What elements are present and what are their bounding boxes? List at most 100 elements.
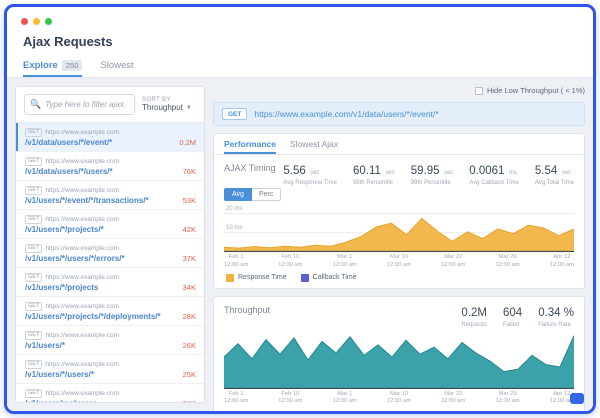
method-badge: GET [25,331,42,340]
stat-unit: ms [509,170,517,176]
ajax-list-item[interactable]: GET https://www.example.com /v1/users/me… [16,384,204,402]
ajax-list-item[interactable]: GET https://www.example.com /v1/users/*/… [16,210,204,239]
throughput-stat: 0.2M Requests [461,303,487,328]
tab-slowest-ajax[interactable]: Slowest Ajax [290,139,338,154]
sort-by-control: SORT BY Throughput ▼ [142,97,196,112]
zoom-dot-icon[interactable] [45,18,52,25]
chat-widget-button[interactable] [570,393,584,404]
x-axis-tick: Mar 1 12:00 am [333,391,357,407]
browser-window: Ajax Requests Explore 250 Slowest 🔍 SORT… [4,4,596,414]
ajax-list-item[interactable]: GET https://www.example.com /v1/data/use… [16,152,204,181]
timing-stat: 59.95 sec 99th Percentile [411,161,454,186]
tick-date: Mar 29 [495,254,519,262]
request-path: /v1/users/*/event/*/transactions/* [25,196,149,205]
x-axis-tick: Feb 10 12:00 am [278,391,302,407]
throughput-card: Throughput 0.2M Requests [213,296,585,411]
request-path: /v1/users/*/users/* [25,370,94,379]
y-axis-label: 10 ms [226,225,242,231]
method-badge: GET [25,128,42,137]
ajax-list-item[interactable]: GET https://www.example.com /v1/users/*/… [16,181,204,210]
throughput-chart-wrap [224,331,574,389]
minimize-dot-icon[interactable] [33,18,40,25]
ajax-timing-chart-wrap: 20 ms 10 ms [224,204,574,252]
request-host: https://www.example.com [45,216,119,223]
legend-item[interactable]: Response Time [226,274,287,282]
tab-explore[interactable]: Explore 250 [23,60,82,77]
timing-stat: 60.11 sec 95th Percentile [353,161,395,186]
legend-item[interactable]: Callback Time [301,274,357,282]
throughput-title: Throughput [224,303,270,315]
tick-date: Feb 10 [278,254,302,262]
request-meta: GET https://www.example.com [25,389,196,398]
legend-label: Response Time [238,274,287,281]
ajax-list-item[interactable]: GET https://www.example.com /v1/users/*/… [16,268,204,297]
content-area: 🔍 SORT BY Throughput ▼ GET [7,78,593,411]
stat-unit: sec [310,170,319,176]
throughput-value: 34K [183,283,196,292]
stat-value: 0.0061 [469,165,504,177]
ajax-list-sidebar: 🔍 SORT BY Throughput ▼ GET [15,86,205,403]
tick-time: 12:00 am [387,398,411,406]
filter-ajax-input[interactable] [45,100,129,109]
request-path: /v1/users/* [25,341,65,350]
stat-label: Avg Callback Time [469,180,519,186]
tab-explore-label: Explore [23,60,58,71]
filter-search-box[interactable]: 🔍 [24,94,135,115]
chart-legend: Response Time Callback Time [224,274,574,282]
request-path: /v1/users/me/users [25,399,97,403]
stat-label: Failure Rate [538,322,574,328]
throughput-value: 37K [183,254,196,263]
tick-date: Feb 10 [278,391,302,399]
hide-low-throughput-label: Hide Low Throughput ( < 1%) [487,86,585,95]
ajax-list-item[interactable]: GET https://www.example.com /v1/users/*/… [16,355,204,384]
request-meta: GET https://www.example.com [25,128,196,137]
x-axis-tick: Mar 1 12:00 am [333,254,357,270]
close-dot-icon[interactable] [21,18,28,25]
request-meta: GET https://www.example.com [25,244,196,253]
performance-card: Performance Slowest Ajax AJAX Timing 5.5… [213,133,585,289]
sort-by-value: Throughput [142,103,183,112]
request-host: https://www.example.com [45,187,119,194]
request-path: /v1/users/*/projects [25,283,98,292]
checkbox-icon[interactable] [475,87,483,95]
y-axis-label: 20 ms [226,206,242,212]
tab-slowest[interactable]: Slowest [100,60,133,77]
sidebar-controls: 🔍 SORT BY Throughput ▼ [16,87,204,123]
tick-date: Mar 22 [441,254,465,262]
ajax-list-item[interactable]: GET https://www.example.com /v1/users/*/… [16,239,204,268]
ajax-list-item[interactable]: GET https://www.example.com /v1/data/use… [16,123,204,152]
stat-label: Requests [461,322,487,328]
toggle-button[interactable]: Avg [224,188,252,201]
tick-date: Mar 29 [495,391,519,399]
tick-date: Apr 12 [550,254,574,262]
stat-value: 60.11 [353,165,381,177]
stat-value: 59.95 [411,165,440,177]
request-host: https://www.example.com [45,245,119,252]
request-meta: GET https://www.example.com [25,273,196,282]
toggle-button[interactable]: Perc [252,188,281,201]
throughput-value: 0.2M [179,138,196,147]
request-method-badge: GET [222,108,247,120]
ajax-timing-chart [224,204,574,252]
timing-stat: 5.56 sec Avg Response Time [283,161,337,186]
request-host: https://www.example.com [45,158,119,165]
request-meta: GET https://www.example.com [25,360,196,369]
request-host: https://www.example.com [45,361,119,368]
throughput-header: Throughput 0.2M Requests [224,303,574,328]
request-path: /v1/data/users/*/users/* [25,167,113,176]
x-axis-tick: Mar 10 12:00 am [387,391,411,407]
timing-stat: 5.54 sec Avg Total Time [535,161,574,186]
tick-time: 12:00 am [441,398,465,406]
sort-by-select[interactable]: Throughput ▼ [142,103,196,112]
throughput-stats: 0.2M Requests 604 [461,303,574,328]
ajax-list-item[interactable]: GET https://www.example.com /v1/users/*/… [16,297,204,326]
avg-perc-toggle: Avg Perc [224,188,574,201]
hide-low-throughput-checkbox[interactable]: Hide Low Throughput ( < 1%) [475,86,585,95]
throughput-value: 26K [183,341,196,350]
request-host: https://www.example.com [45,303,119,310]
request-host: https://www.example.com [45,390,119,397]
tick-date: Mar 10 [387,254,411,262]
tab-performance[interactable]: Performance [224,139,276,154]
request-path: /v1/users/*/projects/* [25,225,104,234]
ajax-list-item[interactable]: GET https://www.example.com /v1/users/* … [16,326,204,355]
